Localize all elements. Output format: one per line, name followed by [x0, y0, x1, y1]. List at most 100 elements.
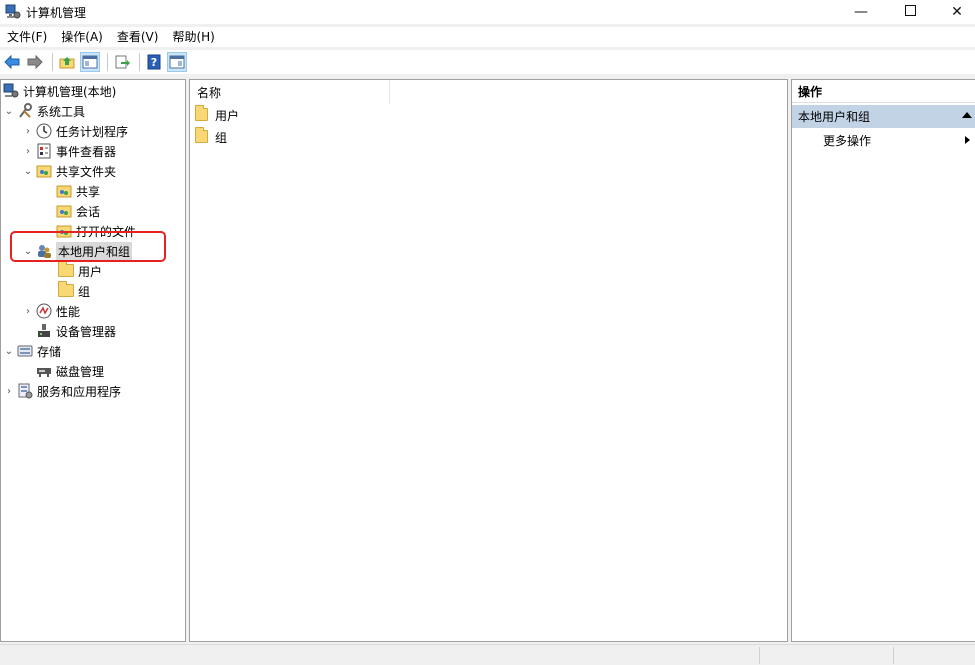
list-item-users[interactable]: 用户: [195, 105, 239, 125]
column-header-name[interactable]: 名称: [190, 80, 390, 104]
selection-highlight-box: [10, 231, 166, 262]
forward-arrow-icon: [27, 55, 43, 69]
svg-text:?: ?: [151, 56, 157, 69]
action-pane-icon: [169, 55, 185, 69]
menu-help[interactable]: 帮助(H): [165, 27, 221, 47]
console-tree-pane: 计算机管理(本地) ⌄ 系统工具 › 任务计划程序 › 事件查看器 ⌄ 共享文件…: [0, 79, 186, 642]
folder-up-icon: [59, 57, 75, 69]
computer-management-icon: [3, 83, 19, 99]
chevron-right-icon[interactable]: ›: [22, 301, 34, 321]
close-icon: ✕: [951, 4, 963, 20]
title-bar: 计算机管理 — ✕: [0, 0, 975, 24]
tree-label-root: 计算机管理(本地): [23, 84, 117, 99]
minimize-icon: —: [854, 4, 868, 20]
tree-item-sessions[interactable]: 会话: [54, 201, 100, 221]
actions-section-local-users-groups[interactable]: 本地用户和组: [792, 105, 975, 128]
tree-label-shares: 共享: [76, 184, 101, 199]
tree-label-performance: 性能: [56, 304, 81, 319]
tree-item-disk-management[interactable]: 磁盘管理: [34, 361, 104, 381]
list-item-groups[interactable]: 组: [195, 127, 227, 147]
shared-folder-icon: [56, 183, 72, 199]
details-pane: 名称 用户 组: [189, 79, 788, 642]
chevron-right-icon[interactable]: ›: [3, 381, 15, 401]
tree-label-task-scheduler: 任务计划程序: [56, 124, 129, 139]
shared-folder-icon: [36, 163, 52, 179]
tree-item-users[interactable]: 用户: [56, 261, 102, 281]
minimize-button[interactable]: —: [838, 0, 884, 24]
actions-pane: 操作 本地用户和组 更多操作: [791, 79, 975, 642]
show-hide-console-tree-button[interactable]: [80, 52, 100, 72]
folder-icon: [58, 261, 74, 279]
computer-management-window: 计算机管理 — ✕ 文件(F) 操作(A) 查看(V) 帮助(H) ? 计算机管…: [0, 0, 975, 665]
more-actions-label: 更多操作: [823, 133, 872, 148]
folder-icon: [195, 127, 211, 145]
menu-bar: 文件(F) 操作(A) 查看(V) 帮助(H): [0, 27, 975, 47]
status-separator: [759, 647, 760, 664]
close-button[interactable]: ✕: [934, 0, 975, 24]
shared-folder-icon: [56, 203, 72, 219]
tree-item-performance[interactable]: › 性能: [22, 301, 80, 321]
disk-management-icon: [36, 363, 52, 379]
storage-icon: [17, 343, 33, 359]
show-hide-action-pane-button[interactable]: [167, 52, 187, 72]
chevron-right-icon[interactable]: ›: [22, 141, 34, 161]
collapse-up-icon[interactable]: [962, 112, 972, 118]
toolbar-separator: [107, 53, 108, 71]
forward-button[interactable]: [25, 52, 45, 72]
status-separator: [893, 647, 894, 664]
back-arrow-icon: [4, 55, 20, 69]
actions-header: 操作: [792, 80, 975, 103]
menu-action[interactable]: 操作(A): [54, 27, 110, 47]
tree-label-sessions: 会话: [76, 204, 101, 219]
tree-label-groups: 组: [78, 284, 91, 299]
chevron-down-icon[interactable]: ⌄: [3, 341, 15, 361]
folder-icon: [195, 105, 211, 123]
tree-item-root[interactable]: 计算机管理(本地): [3, 81, 116, 101]
console-tree-icon: [82, 55, 98, 69]
export-list-button[interactable]: [112, 52, 132, 72]
tree-item-groups[interactable]: 组: [56, 281, 90, 301]
menu-file[interactable]: 文件(F): [0, 27, 54, 47]
performance-icon: [36, 303, 52, 319]
chevron-right-icon[interactable]: ›: [22, 121, 34, 141]
tree-item-shared-folders[interactable]: ⌄ 共享文件夹: [22, 161, 116, 181]
tree-label-event-viewer: 事件查看器: [56, 144, 117, 159]
list-item-label: 用户: [215, 108, 240, 123]
clock-icon: [36, 123, 52, 139]
actions-section-label: 本地用户和组: [798, 110, 871, 124]
maximize-button[interactable]: [887, 0, 933, 24]
window-title: 计算机管理: [26, 5, 87, 20]
chevron-down-icon[interactable]: ⌄: [22, 161, 34, 181]
tree-item-system-tools[interactable]: ⌄ 系统工具: [3, 101, 85, 121]
tree-label-shared-folders: 共享文件夹: [56, 164, 117, 179]
tree-item-event-viewer[interactable]: › 事件查看器: [22, 141, 116, 161]
up-level-button[interactable]: [57, 52, 77, 72]
tree-label-services-apps: 服务和应用程序: [37, 384, 122, 399]
device-manager-icon: [36, 323, 52, 339]
tree-item-storage[interactable]: ⌄ 存储: [3, 341, 61, 361]
toolbar-separator: [52, 53, 53, 71]
tree-item-shares[interactable]: 共享: [54, 181, 100, 201]
tree-item-device-manager[interactable]: 设备管理器: [34, 321, 116, 341]
toolbar-separator: [139, 53, 140, 71]
event-viewer-icon: [36, 143, 52, 159]
maximize-icon: [904, 4, 916, 20]
help-button[interactable]: ?: [144, 52, 164, 72]
folder-icon: [58, 281, 74, 299]
status-bar: [0, 644, 975, 665]
tree-label-storage: 存储: [37, 344, 62, 359]
more-actions-item[interactable]: 更多操作: [823, 130, 973, 150]
tree-label-users: 用户: [78, 264, 103, 279]
list-item-label: 组: [215, 130, 228, 145]
tree-label-device-manager: 设备管理器: [56, 324, 117, 339]
back-button[interactable]: [2, 52, 22, 72]
export-list-icon: [115, 55, 130, 69]
chevron-down-icon[interactable]: ⌄: [3, 101, 15, 121]
tree-label-disk-management: 磁盘管理: [56, 364, 105, 379]
help-icon: ?: [147, 54, 161, 70]
tree-item-services-apps[interactable]: › 服务和应用程序: [3, 381, 121, 401]
toolbar: ?: [0, 50, 975, 74]
menu-view[interactable]: 查看(V): [110, 27, 166, 47]
tree-item-task-scheduler[interactable]: › 任务计划程序: [22, 121, 128, 141]
submenu-arrow-icon: [965, 136, 970, 144]
